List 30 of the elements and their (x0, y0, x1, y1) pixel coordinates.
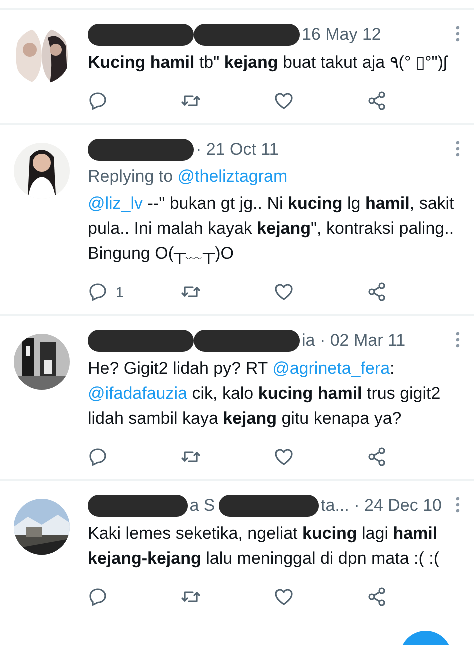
heart-icon[interactable] (274, 447, 294, 467)
tweet-meta: a S (190, 496, 216, 516)
heart-icon[interactable] (274, 587, 294, 607)
tweet-meta: 16 May 12 (302, 25, 382, 45)
replying-to-text: Replying to @theliztagram (88, 166, 289, 188)
reply-count: 1 (116, 284, 124, 300)
share-icon[interactable] (367, 91, 387, 111)
tweet-text: @liz_lv --" bukan gt jg.. Ni kucing lg hamil, sakit pula.. Ini malah kayak kejang", kontraksi paling.. Bingung O(┬﹏┬)O (88, 193, 456, 266)
reply-icon[interactable] (88, 587, 108, 607)
heart-icon[interactable] (274, 91, 294, 111)
mention-link[interactable]: @theliztagram (178, 167, 288, 186)
heart-icon[interactable] (274, 282, 294, 302)
mention-link[interactable]: @agrineta_fera (272, 359, 390, 378)
reply-icon[interactable] (88, 447, 108, 467)
reply-icon[interactable] (88, 282, 108, 302)
tweet-text: He? Gigit2 lidah py? RT @agrineta_fera: @ifadafauzia cik, kalo kucing hamil trus gigit2 lidah sambil kaya kejang gitu kenapa ya? (88, 358, 442, 430)
share-icon[interactable] (367, 587, 387, 607)
more-icon[interactable] (456, 497, 460, 513)
more-icon[interactable] (456, 26, 460, 42)
share-icon[interactable] (367, 447, 387, 467)
tweet-text: Kaki lemes seketika, ngeliat kucing lagi hamil kejang-kejang lalu meninggal di dpn mata :( :( (88, 523, 440, 570)
share-icon[interactable] (367, 282, 387, 302)
more-icon[interactable] (456, 332, 460, 348)
mention-link[interactable]: @liz_lv (88, 194, 144, 213)
reply-icon[interactable] (88, 91, 108, 111)
more-icon[interactable] (456, 141, 460, 157)
tweet-meta: ta... · 24 Dec 10 (321, 496, 442, 516)
tweet-meta: ia · 02 Mar 11 (302, 331, 406, 351)
tweet-meta: · 21 Oct 11 (196, 140, 279, 160)
mention-link[interactable]: @ifadafauzia (88, 384, 188, 403)
